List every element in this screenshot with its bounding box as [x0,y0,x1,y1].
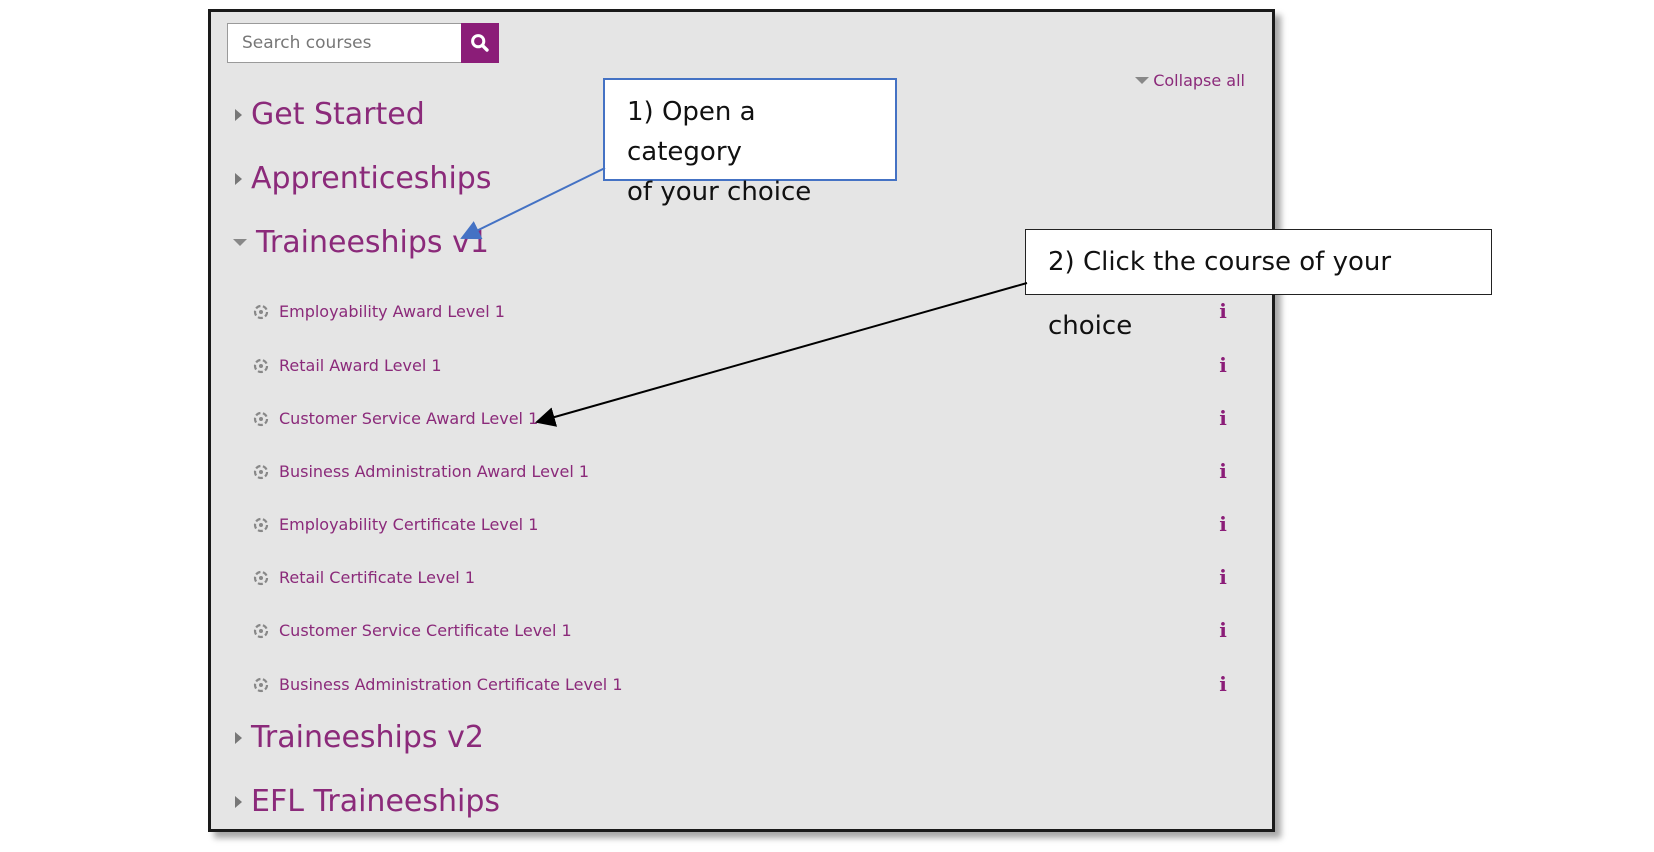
course-link[interactable]: Business Administration Award Level 1 [252,462,589,481]
course-label: Retail Certificate Level 1 [279,568,475,587]
course-link[interactable]: Employability Certificate Level 1 [252,515,538,534]
course-label: Employability Certificate Level 1 [279,515,539,534]
callout-step-2: 2) Click the course of your choice [1025,229,1492,341]
course-link[interactable]: Retail Award Level 1 [252,356,442,375]
info-icon[interactable]: i [1215,460,1231,482]
course-label: Business Administration Award Level 1 [279,462,590,481]
category-efl-traineeships[interactable]: EFL Traineeships [235,784,500,819]
course-label: Business Administration Certificate Leve… [279,675,623,694]
search-input[interactable] [227,23,461,63]
info-icon[interactable]: i [1215,513,1231,535]
magnifier-icon [471,34,489,52]
category-get-started[interactable]: Get Started [235,97,425,132]
category-label: Apprenticeships [251,161,492,196]
caret-right-icon [235,172,242,185]
course-icon [253,623,269,638]
category-apprenticeships[interactable]: Apprenticeships [235,161,491,196]
info-icon[interactable]: i [1215,619,1231,641]
course-icon [253,517,269,532]
category-label: Traineeships v2 [251,720,484,755]
course-link[interactable]: Customer Service Certificate Level 1 [252,621,572,640]
course-label: Customer Service Certificate Level 1 [279,621,572,640]
course-link[interactable]: Business Administration Certificate Leve… [252,675,623,694]
course-icon [253,411,269,426]
course-icon [253,358,269,373]
collapse-all-link[interactable]: Collapse all [1135,71,1245,90]
info-icon[interactable]: i [1215,300,1231,322]
search-button[interactable] [461,23,499,63]
course-icon [253,677,269,692]
caret-right-icon [235,108,242,121]
category-label: Traineeships v1 [256,225,489,260]
category-traineeships-v2[interactable]: Traineeships v2 [235,720,484,755]
info-icon[interactable]: i [1215,566,1231,588]
course-icon [253,464,269,479]
course-label: Retail Award Level 1 [279,356,442,375]
caret-down-icon [1135,77,1150,84]
callout-step-1-line-1: 1) Open a category [627,97,756,167]
search-bar [227,23,499,63]
collapse-all-label: Collapse all [1153,71,1245,90]
callout-step-1-line-2: of your choice [627,177,812,207]
course-link[interactable]: Retail Certificate Level 1 [252,568,475,587]
course-label: Customer Service Award Level 1 [279,409,539,428]
info-icon[interactable]: i [1215,673,1231,695]
course-link[interactable]: Employability Award Level 1 [252,302,505,321]
info-icon[interactable]: i [1215,354,1231,376]
course-link[interactable]: Customer Service Award Level 1 [252,409,538,428]
caret-right-icon [235,795,242,808]
callout-step-1: 1) Open a category of your choice [603,78,897,207]
course-label: Employability Award Level 1 [279,302,505,321]
course-icon [253,304,269,319]
category-label: EFL Traineeships [251,784,501,819]
course-icon [253,570,269,585]
caret-right-icon [235,731,242,744]
caret-down-icon [233,239,247,246]
category-label: Get Started [251,97,425,132]
category-traineeships-v1[interactable]: Traineeships v1 [233,225,489,260]
info-icon[interactable]: i [1215,407,1231,429]
